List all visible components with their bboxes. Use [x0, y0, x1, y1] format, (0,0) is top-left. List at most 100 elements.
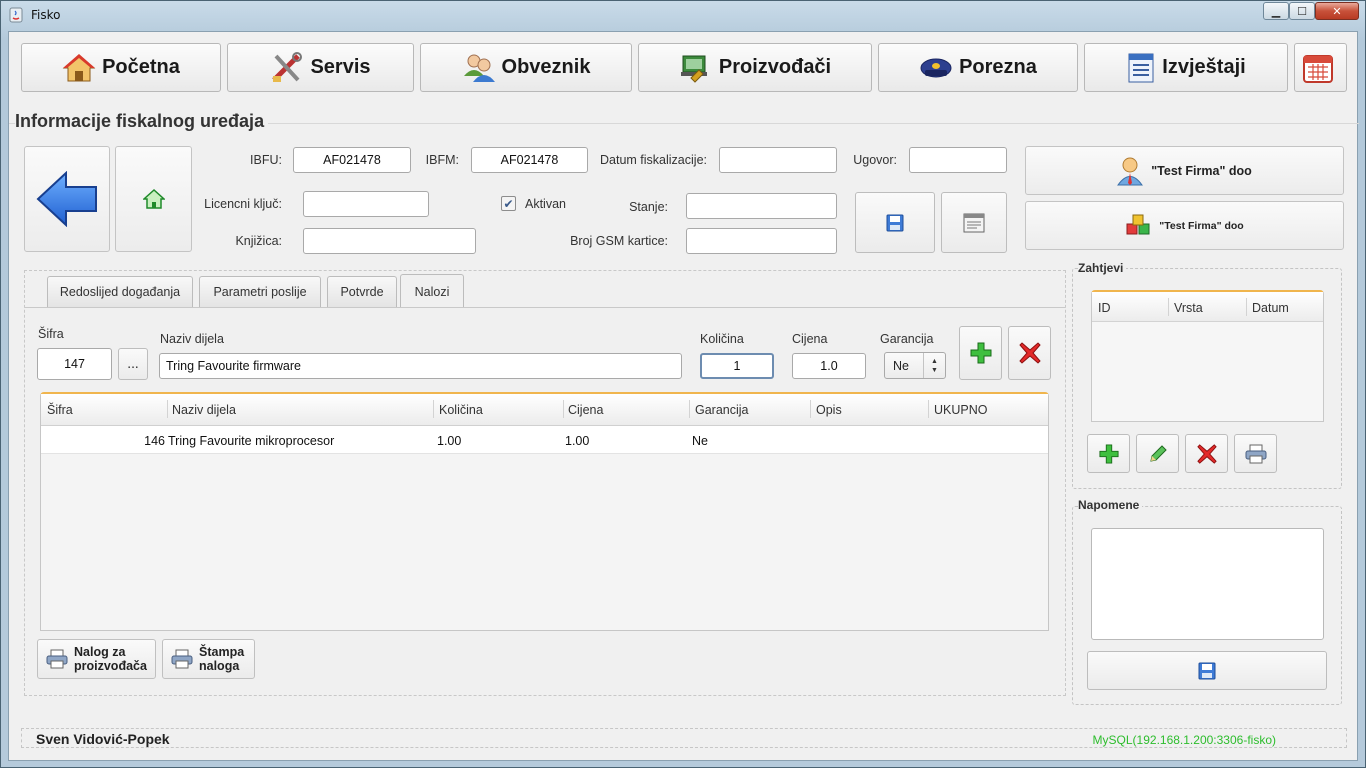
- ugovor-field[interactable]: [909, 147, 1007, 173]
- garancija-select[interactable]: Ne ▲ ▼: [884, 352, 946, 379]
- save-device-button[interactable]: [855, 192, 935, 253]
- nav-obveznik-button[interactable]: Obveznik: [420, 43, 632, 92]
- stampa-line1: Štampa: [199, 645, 245, 659]
- zahtjevi-table: ID Vrsta Datum: [1091, 290, 1324, 422]
- print-zahtjev-button[interactable]: [1234, 434, 1277, 473]
- column-header-garancija[interactable]: Garancija: [695, 403, 749, 417]
- add-zahtjev-button[interactable]: [1087, 434, 1130, 473]
- nav-servis-label: Servis: [310, 56, 371, 78]
- licencni-kljuc-field[interactable]: [303, 191, 429, 217]
- kolicina-field[interactable]: 1: [700, 353, 774, 379]
- garancija-value: Ne: [893, 358, 909, 373]
- tab-nalozi[interactable]: Nalozi: [400, 274, 464, 308]
- cell-naziv: Tring Favourite mikroprocesor: [168, 434, 335, 448]
- broj-gsm-kartice-label: Broj GSM kartice:: [570, 234, 668, 248]
- document-button[interactable]: [941, 192, 1007, 253]
- printer-icon: [46, 649, 68, 669]
- column-header-ukupno[interactable]: UKUPNO: [934, 403, 987, 417]
- datum-fiskalizacije-field[interactable]: [719, 147, 837, 173]
- stampa-naloga-button[interactable]: Štampa naloga: [162, 639, 255, 679]
- tab-redoslijed-dogadanja[interactable]: Redoslijed događanja: [47, 276, 193, 307]
- cell-garancija: Ne: [692, 434, 708, 448]
- knjizica-label: Knjižica:: [235, 234, 282, 248]
- aktivan-checkbox[interactable]: ✔: [501, 196, 516, 211]
- ibfu-field[interactable]: AF021478: [293, 147, 411, 173]
- firma-proizvodac-label: "Test Firma" doo: [1159, 219, 1244, 232]
- back-arrow-icon: [36, 171, 97, 227]
- kolicina-label: Količina: [700, 332, 744, 346]
- nalog-za-proizvodaca-button[interactable]: Nalog za proizvođača: [37, 639, 156, 679]
- column-header-datum[interactable]: Datum: [1252, 301, 1289, 315]
- delete-zahtjev-button[interactable]: [1185, 434, 1228, 473]
- java-app-icon: [9, 7, 23, 23]
- naziv-dijela-field[interactable]: Tring Favourite firmware: [159, 353, 682, 379]
- sifra-label: Šifra: [38, 327, 64, 341]
- column-header-cijena[interactable]: Cijena: [568, 403, 603, 417]
- home-small-icon: [142, 189, 165, 209]
- napomene-textarea[interactable]: [1091, 528, 1324, 640]
- cijena-label: Cijena: [792, 332, 828, 346]
- status-user: Sven Vidović-Popek: [36, 731, 170, 747]
- column-header-sifra[interactable]: Šifra: [47, 403, 73, 417]
- browse-button[interactable]: ...: [118, 348, 148, 380]
- add-item-button[interactable]: [959, 326, 1002, 380]
- nav-porezna-button[interactable]: Porezna: [878, 43, 1078, 92]
- nav-servis-button[interactable]: Servis: [227, 43, 414, 92]
- maximize-icon[interactable]: ☐: [1289, 2, 1315, 20]
- delete-item-button[interactable]: [1008, 326, 1051, 380]
- calendar-button[interactable]: [1294, 43, 1347, 92]
- police-cap-icon: [920, 58, 952, 77]
- nalog-line2: proizvođača: [74, 659, 147, 673]
- save-napomene-button[interactable]: [1087, 651, 1327, 690]
- pencil-icon: [1149, 444, 1167, 462]
- tab-parametri-poslije[interactable]: Parametri poslije: [199, 276, 321, 307]
- nav-pocetna-button[interactable]: Početna: [21, 43, 221, 92]
- home-button[interactable]: [115, 146, 192, 252]
- factory-icon: [680, 55, 707, 83]
- knjizica-field[interactable]: [303, 228, 476, 254]
- items-table-header: Šifra Naziv dijela Količina Cijena Garan…: [41, 394, 1048, 426]
- ibfm-label: IBFM:: [425, 153, 459, 167]
- firma-proizvodac-button[interactable]: "Test Firma" doo: [1025, 201, 1344, 250]
- firma-obveznik-button[interactable]: "Test Firma" doo: [1025, 146, 1344, 195]
- nav-proizvodaci-button[interactable]: Proizvođači: [638, 43, 872, 92]
- cell-kolicina: 1.00: [437, 434, 462, 448]
- nav-izvjestaji-button[interactable]: Izvještaji: [1084, 43, 1288, 92]
- zahtjevi-title: Zahtjevi: [1078, 261, 1127, 275]
- column-header-vrsta[interactable]: Vrsta: [1174, 301, 1203, 315]
- column-header-kolicina[interactable]: Količina: [439, 403, 483, 417]
- column-separator: [433, 400, 434, 418]
- spinner-arrows-icon[interactable]: ▲ ▼: [923, 353, 945, 378]
- home-icon: [62, 53, 96, 81]
- table-row[interactable]: 146 Tring Favourite mikroprocesor 1.00 1…: [41, 426, 1048, 454]
- stanje-label: Stanje:: [629, 200, 668, 214]
- back-button[interactable]: [24, 146, 110, 252]
- datum-fiskalizacije-label: Datum fiskalizacije:: [600, 153, 707, 167]
- status-db-connection: MySQL(192.168.1.200:3306-fisko): [1092, 733, 1276, 747]
- column-header-id[interactable]: ID: [1098, 301, 1111, 315]
- nav-obveznik-label: Obveznik: [501, 56, 591, 78]
- delete-x-icon: [1196, 443, 1217, 464]
- printer-icon: [1245, 444, 1266, 463]
- sifra-field[interactable]: 147: [37, 348, 112, 380]
- column-header-naziv[interactable]: Naziv dijela: [172, 403, 236, 417]
- firma-obveznik-label: "Test Firma" doo: [1151, 163, 1252, 178]
- stanje-field[interactable]: [686, 193, 837, 219]
- cijena-field[interactable]: 1.0: [792, 353, 866, 379]
- ugovor-label: Ugovor:: [853, 153, 897, 167]
- report-icon: [1128, 53, 1154, 82]
- minimize-icon[interactable]: ▁: [1263, 2, 1289, 20]
- nalog-line1: Nalog za: [74, 645, 126, 659]
- ibfm-field[interactable]: AF021478: [471, 147, 588, 173]
- close-icon[interactable]: ✕: [1315, 2, 1359, 20]
- nav-proizvodaci-label: Proizvođači: [718, 56, 832, 78]
- column-separator: [563, 400, 564, 418]
- column-separator: [810, 400, 811, 418]
- column-separator: [928, 400, 929, 418]
- broj-gsm-kartice-field[interactable]: [686, 228, 837, 254]
- nalog-button-text: Nalog za proizvođača: [74, 645, 147, 673]
- edit-zahtjev-button[interactable]: [1136, 434, 1179, 473]
- tab-divider: [25, 307, 1065, 308]
- tab-potvrde[interactable]: Potvrde: [327, 276, 397, 307]
- column-header-opis[interactable]: Opis: [816, 403, 842, 417]
